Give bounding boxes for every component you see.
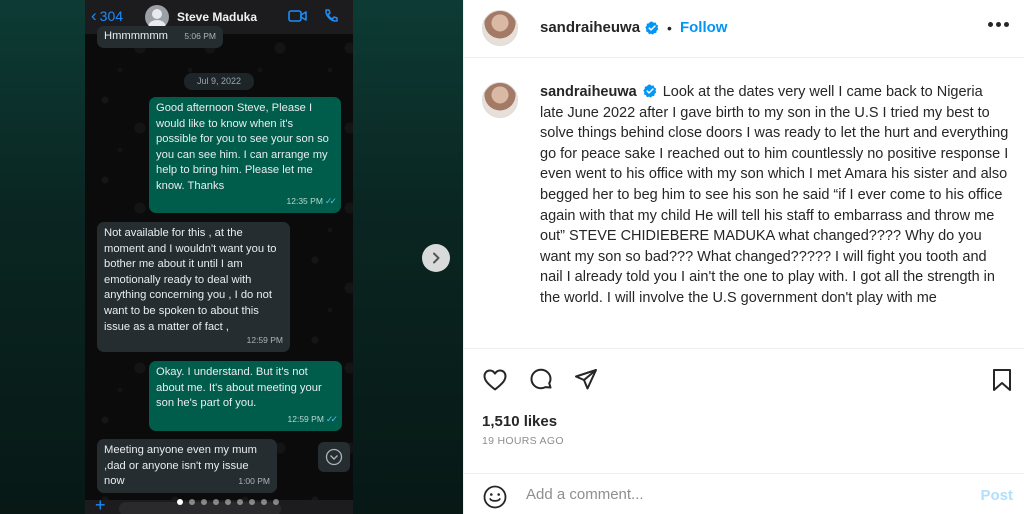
read-receipt-icon: ✓✓ bbox=[324, 196, 337, 207]
message-time: 12:59 PM bbox=[246, 335, 283, 346]
follow-button[interactable]: Follow bbox=[680, 19, 728, 36]
message-text: Meeting anyone even my mum ,dad or anyon… bbox=[104, 444, 257, 488]
message-time: 12:59 PM ✓✓ bbox=[287, 412, 339, 428]
voice-call-icon bbox=[325, 9, 338, 22]
carousel-next-button[interactable] bbox=[422, 244, 450, 272]
message-time: 1:00 PM bbox=[238, 476, 270, 487]
author-avatar[interactable] bbox=[482, 10, 518, 46]
carousel-dot bbox=[237, 499, 243, 505]
contact-name: Steve Maduka bbox=[177, 10, 258, 24]
comment-composer: Post bbox=[464, 473, 1024, 514]
comment-icon[interactable] bbox=[528, 367, 554, 393]
plus-icon: + bbox=[95, 495, 106, 514]
heart-icon[interactable] bbox=[482, 367, 508, 393]
likes-count[interactable]: 1,510 likes bbox=[482, 413, 557, 430]
video-call-icon bbox=[288, 10, 307, 22]
author-username[interactable]: sandraiheuwa bbox=[540, 19, 640, 36]
post-header: sandraiheuwa • Follow bbox=[464, 0, 1024, 58]
more-dot bbox=[996, 22, 1001, 27]
message-text: Not available for this , at the moment a… bbox=[104, 227, 277, 333]
verified-badge-icon bbox=[645, 21, 659, 35]
message-text: Okay. I understand. But it's not about m… bbox=[156, 366, 322, 410]
more-dot bbox=[988, 22, 993, 27]
chat-message-incoming: Not available for this , at the moment a… bbox=[97, 222, 290, 352]
carousel-dot bbox=[189, 499, 195, 505]
post-caption: sandraiheuwa Look at the dates very well… bbox=[540, 82, 1010, 346]
caption-username[interactable]: sandraiheuwa bbox=[540, 84, 637, 100]
author-line: sandraiheuwa • Follow bbox=[540, 19, 727, 36]
chat-message-outgoing: Good afternoon Steve, Please I would lik… bbox=[149, 97, 341, 213]
separator-bullet: • bbox=[667, 19, 672, 36]
message-text: Hmmmmmm bbox=[104, 30, 168, 42]
comment-input[interactable] bbox=[526, 486, 946, 503]
bookmark-icon[interactable] bbox=[989, 367, 1015, 393]
chevron-down-circle-icon bbox=[325, 448, 343, 466]
chevron-right-icon bbox=[433, 252, 440, 264]
carousel-dots bbox=[177, 499, 279, 505]
message-time: 12:35 PM ✓✓ bbox=[286, 194, 338, 210]
post-media: ‹ 304 Steve Maduka Hmmmmmm 5:06 PM Jul 9… bbox=[0, 0, 463, 514]
more-dot bbox=[1004, 22, 1009, 27]
chat-message-incoming: Hmmmmmm 5:06 PM bbox=[97, 26, 223, 48]
message-text: Good afternoon Steve, Please I would lik… bbox=[156, 102, 329, 192]
post-timestamp[interactable]: 19 HOURS AGO bbox=[482, 435, 564, 447]
post-comment-button[interactable]: Post bbox=[980, 487, 1013, 504]
caption-author-avatar[interactable] bbox=[482, 82, 518, 118]
more-options-icon[interactable] bbox=[988, 22, 1009, 27]
scroll-down-button bbox=[318, 442, 350, 472]
message-time-value: 12:35 PM bbox=[286, 196, 323, 207]
read-receipt-icon: ✓✓ bbox=[325, 414, 338, 425]
carousel-dot bbox=[249, 499, 255, 505]
carousel-dot bbox=[225, 499, 231, 505]
post-panel: sandraiheuwa • Follow sandraiheuwa Look … bbox=[463, 0, 1024, 514]
chat-back-button: ‹ 304 bbox=[91, 6, 124, 25]
carousel-dot bbox=[261, 499, 267, 505]
message-time-value: 12:59 PM bbox=[287, 414, 324, 425]
verified-badge-icon bbox=[643, 84, 657, 98]
carousel-dot bbox=[201, 499, 207, 505]
carousel-dot bbox=[177, 499, 183, 505]
chat-back-count: 304 bbox=[99, 8, 124, 24]
caption-text: Look at the dates very well I came back … bbox=[540, 84, 1009, 306]
post-actions: 1,510 likes 19 HOURS AGO Post bbox=[464, 348, 1024, 510]
emoji-icon[interactable] bbox=[482, 484, 508, 510]
carousel-dot bbox=[273, 499, 279, 505]
chat-message-incoming: Meeting anyone even my mum ,dad or anyon… bbox=[97, 439, 277, 493]
chat-message-outgoing: Okay. I understand. But it's not about m… bbox=[149, 361, 342, 431]
chat-date-separator: Jul 9, 2022 bbox=[184, 73, 254, 90]
carousel-dot bbox=[213, 499, 219, 505]
chat-screenshot: ‹ 304 Steve Maduka Hmmmmmm 5:06 PM Jul 9… bbox=[85, 0, 353, 514]
message-time: 5:06 PM bbox=[184, 31, 216, 42]
share-icon[interactable] bbox=[573, 367, 599, 393]
chevron-left-icon: ‹ bbox=[91, 6, 97, 25]
